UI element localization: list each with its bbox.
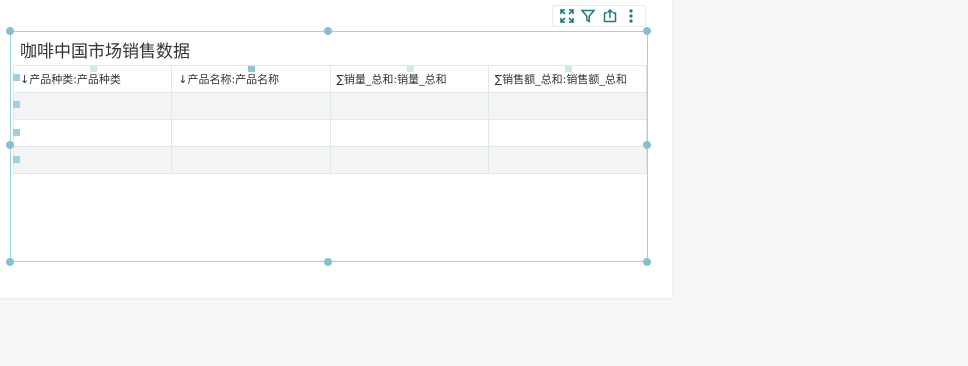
table-widget[interactable]: 咖啡中国市场销售数据 ↓产品种类:产品种类 ↓产品名称:产品名称 ∑销量_总和:… (10, 31, 648, 262)
column-drag-handle[interactable] (406, 66, 414, 72)
export-button[interactable] (602, 8, 618, 24)
column-header-product-category[interactable]: ↓产品种类:产品种类 (12, 65, 173, 93)
table-cell[interactable] (171, 119, 331, 147)
table-header-row: ↓产品种类:产品种类 ↓产品名称:产品名称 ∑销量_总和:销量_总和 ∑销售额_… (12, 65, 648, 93)
resize-handle-top-left[interactable] (6, 27, 14, 35)
table-cell[interactable] (12, 92, 173, 120)
table-cell[interactable] (12, 146, 173, 174)
filter-button[interactable] (580, 8, 596, 24)
column-header-label: ↓产品名称:产品名称 (178, 73, 280, 86)
resize-handle-bottom[interactable] (324, 258, 332, 266)
table-row (12, 92, 648, 120)
table-cell[interactable] (487, 92, 648, 120)
column-header-label: ↓产品种类:产品种类 (20, 73, 121, 86)
table-cell[interactable] (487, 119, 648, 147)
column-header-label: ∑销售额_总和:销售额_总和 (494, 73, 627, 86)
table-row (12, 119, 648, 147)
column-drag-handle[interactable] (564, 66, 572, 72)
dashboard-canvas: 咖啡中国市场销售数据 ↓产品种类:产品种类 ↓产品名称:产品名称 ∑销量_总和:… (0, 0, 672, 298)
widget-toolbar (552, 5, 646, 27)
row-drag-handle[interactable] (13, 156, 20, 163)
resize-handle-bottom-left[interactable] (6, 258, 14, 266)
table-cell[interactable] (329, 146, 489, 174)
column-header-product-name[interactable]: ↓产品名称:产品名称 (171, 65, 331, 93)
row-drag-handle[interactable] (13, 74, 20, 81)
column-header-sales-volume[interactable]: ∑销量_总和:销量_总和 (329, 65, 489, 93)
resize-handle-right[interactable] (643, 141, 651, 149)
column-drag-handle[interactable] (248, 66, 256, 72)
resize-handle-left[interactable] (6, 141, 14, 149)
table-cell[interactable] (329, 92, 489, 120)
table-row (12, 146, 648, 174)
column-header-sales-amount[interactable]: ∑销售额_总和:销售额_总和 (487, 65, 648, 93)
table-cell[interactable] (329, 119, 489, 147)
export-icon (603, 9, 616, 23)
fullscreen-icon (559, 9, 574, 23)
data-table: ↓产品种类:产品种类 ↓产品名称:产品名称 ∑销量_总和:销量_总和 ∑销售额_… (12, 65, 648, 174)
table-cell[interactable] (487, 146, 648, 174)
resize-handle-bottom-right[interactable] (643, 258, 651, 266)
row-drag-handle[interactable] (13, 101, 20, 108)
filter-icon (581, 9, 596, 23)
table-cell[interactable] (12, 119, 173, 147)
resize-handle-top-right[interactable] (643, 27, 651, 35)
table-cell[interactable] (171, 146, 331, 174)
table-cell[interactable] (171, 92, 331, 120)
widget-title: 咖啡中国市场销售数据 (20, 42, 190, 62)
row-drag-handle[interactable] (13, 129, 20, 136)
more-vertical-icon (629, 9, 633, 23)
fullscreen-button[interactable] (559, 8, 575, 24)
column-drag-handle[interactable] (90, 66, 97, 72)
more-button[interactable] (623, 8, 639, 24)
column-header-label: ∑销量_总和:销量_总和 (336, 73, 447, 86)
resize-handle-top[interactable] (324, 27, 332, 35)
